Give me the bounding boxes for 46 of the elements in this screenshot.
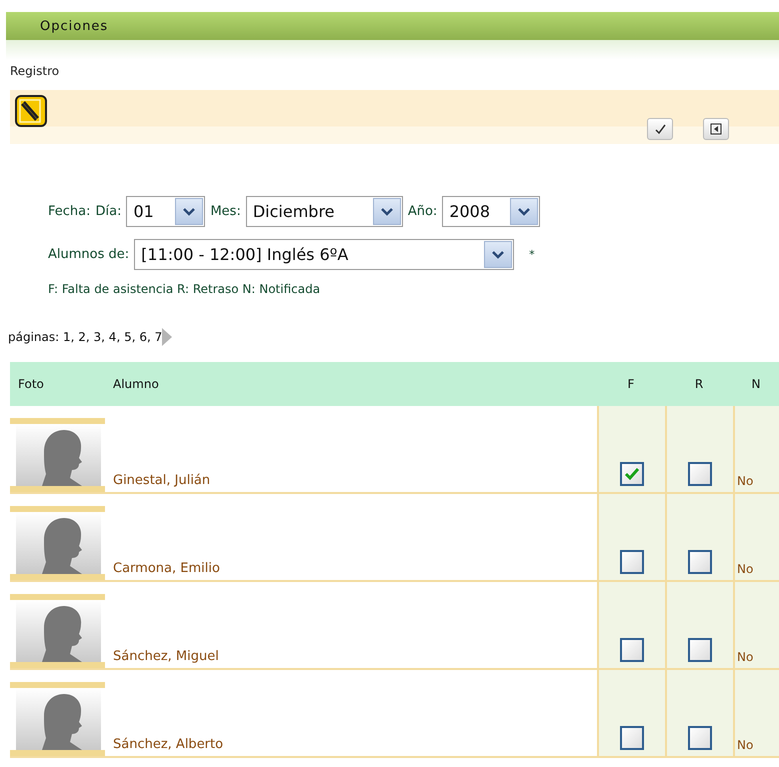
notified-text: No [733,670,779,756]
section-header: Opciones [6,12,779,40]
column-header: R [694,377,704,391]
pages-label: páginas: [8,330,60,344]
column-header: Foto [17,377,45,391]
students-label: Alumnos de: [48,247,130,262]
chevron-down-icon [517,206,532,216]
day-label: Día: [96,204,122,219]
student-name[interactable]: Sánchez, Alberto [105,737,597,756]
class-select[interactable]: [11:00 - 12:00] Inglés 6ºA [134,239,514,270]
absence-checkbox[interactable] [620,462,644,486]
breadcrumb: Registro [9,63,60,80]
column-header: Alumno [112,377,160,391]
chevron-down-icon [491,250,506,260]
month-label: Mes: [210,204,241,219]
back-button[interactable] [703,118,729,140]
absence-checkbox[interactable] [620,726,644,750]
student-name[interactable]: Sánchez, Miguel [105,649,597,668]
check-icon [654,123,666,135]
notified-text: No [733,494,779,580]
required-mark: * [529,248,535,261]
date-label: Fecha: [48,204,90,219]
absence-checkbox[interactable] [620,638,644,662]
chevron-down-icon [182,206,196,216]
notepad-icon[interactable] [14,94,48,128]
late-checkbox[interactable] [688,726,712,750]
late-checkbox[interactable] [688,550,712,574]
confirm-button[interactable] [647,118,673,140]
late-checkbox[interactable] [688,462,712,486]
year-label: Año: [408,204,438,219]
student-name[interactable]: Carmona, Emilio [105,561,597,580]
notified-text: No [733,582,779,668]
page-links[interactable]: 1, 2, 3, 4, 5, 6, 7 [63,330,162,344]
column-header: N [750,377,762,391]
check-icon [624,467,640,481]
back-icon [710,123,722,135]
year-select[interactable]: 2008 [442,196,540,227]
notified-text: No [733,406,779,492]
chevron-down-icon [380,206,394,216]
late-checkbox[interactable] [688,638,712,662]
legend-text: F: Falta de asistencia R: Retraso N: Notificada [48,282,322,296]
student-name[interactable]: Ginestal, Julián [105,473,597,492]
month-select[interactable]: Diciembre [246,196,403,227]
column-header: F [626,377,636,391]
absence-checkbox[interactable] [620,550,644,574]
day-select[interactable]: 01 [126,196,206,227]
